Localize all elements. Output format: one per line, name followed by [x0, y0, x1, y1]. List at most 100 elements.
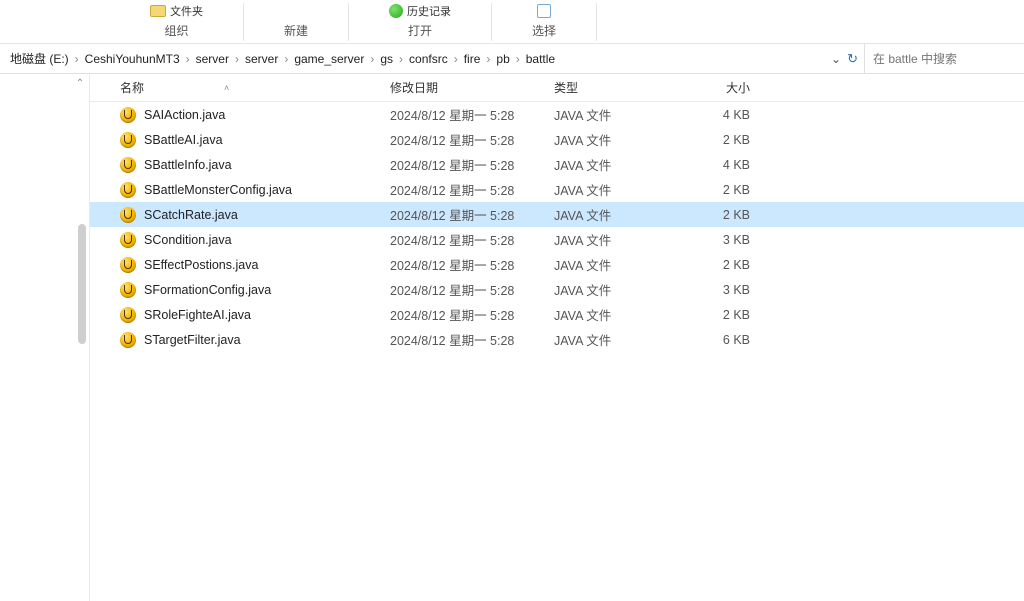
chevron-right-icon[interactable]: › [73, 52, 81, 66]
file-date-cell: 2024/8/12 星期一 5:28 [390, 155, 550, 174]
breadcrumb-segment[interactable]: server [241, 44, 282, 73]
toolbar-group-organize: 文件夹 组织 [0, 0, 243, 43]
file-row[interactable]: SAIAction.java2024/8/12 星期一 5:28JAVA 文件4… [90, 102, 1024, 127]
chevron-right-icon[interactable]: › [397, 52, 405, 66]
column-header-label: 类型 [554, 81, 578, 95]
breadcrumb-segment[interactable]: CeshiYouhunMT3 [81, 44, 184, 73]
toolbar-group-label: 选择 [532, 22, 556, 39]
toolbar-group-label: 新建 [284, 22, 308, 39]
file-row[interactable]: SFormationConfig.java2024/8/12 星期一 5:28J… [90, 277, 1024, 302]
breadcrumb-bar[interactable]: 地磁盘 (E:)›CeshiYouhunMT3›server›server›ga… [0, 44, 825, 73]
file-type-cell: JAVA 文件 [550, 330, 670, 349]
chevron-right-icon[interactable]: › [514, 52, 522, 66]
file-date-cell: 2024/8/12 星期一 5:28 [390, 130, 550, 149]
toolbar-upper-text: 历史记录 [407, 3, 451, 19]
breadcrumb-segment[interactable]: confsrc [405, 44, 452, 73]
address-tail: ⌄ ↻ [825, 44, 864, 73]
file-size-cell: 2 KB [670, 208, 780, 222]
java-file-icon [120, 132, 136, 148]
column-header-label: 大小 [726, 81, 750, 95]
toolbar-upper-label: 历史记录 [389, 2, 451, 20]
column-header-date[interactable]: 修改日期 [390, 79, 550, 96]
scrollbar-thumb[interactable] [78, 224, 86, 344]
file-row[interactable]: SEffectPostions.java 2024/8/12 星期一 5:28JA… [90, 252, 1024, 277]
column-headers[interactable]: 名称 ˄ 修改日期 类型 大小 [90, 74, 1024, 102]
toolbar-group-label: 打开 [408, 22, 432, 39]
breadcrumb-segment[interactable]: gs [376, 44, 397, 73]
breadcrumb-segment[interactable]: 地磁盘 (E:) [6, 44, 73, 73]
file-name-cell: SRoleFighteAI.java [90, 307, 390, 323]
file-name-text: SBattleAI.java [144, 133, 223, 147]
address-bar-row: 地磁盘 (E:)›CeshiYouhunMT3›server›server›ga… [0, 44, 1024, 74]
chevron-right-icon[interactable]: › [484, 52, 492, 66]
file-row[interactable]: SRoleFighteAI.java2024/8/12 星期一 5:28JAVA… [90, 302, 1024, 327]
file-size-cell: 2 KB [670, 183, 780, 197]
chevron-right-icon[interactable]: › [233, 52, 241, 66]
search-input[interactable] [873, 52, 1024, 66]
file-name-cell: SBattleAI.java [90, 132, 390, 148]
column-header-name[interactable]: 名称 ˄ [90, 79, 390, 96]
file-type-cell: JAVA 文件 [550, 180, 670, 199]
file-row[interactable]: SBattleAI.java2024/8/12 星期一 5:28JAVA 文件2… [90, 127, 1024, 152]
file-row[interactable]: STargetFilter.java2024/8/12 星期一 5:28JAVA… [90, 327, 1024, 352]
file-date-cell: 2024/8/12 星期一 5:28 [390, 180, 550, 199]
toolbar-upper-label [537, 2, 551, 20]
file-row[interactable]: SCondition.java 2024/8/12 星期一 5:28JAVA 文件… [90, 227, 1024, 252]
file-rows: SAIAction.java2024/8/12 星期一 5:28JAVA 文件4… [90, 102, 1024, 352]
file-size-cell: 3 KB [670, 233, 780, 247]
file-name-text: SEffectPostions.java [144, 258, 258, 272]
checkbox-icon [537, 4, 551, 18]
file-type-cell: JAVA 文件 [550, 305, 670, 324]
column-header-type[interactable]: 类型 [550, 79, 670, 96]
file-size-cell: 6 KB [670, 333, 780, 347]
toolbar-group-new: 新建 [244, 0, 348, 43]
search-box[interactable]: 🔍 [864, 44, 1024, 73]
breadcrumb-segment[interactable]: pb [492, 44, 513, 73]
file-name-text: STargetFilter.java [144, 333, 241, 347]
file-size-cell: 4 KB [670, 108, 780, 122]
file-type-cell: JAVA 文件 [550, 130, 670, 149]
file-type-cell: JAVA 文件 [550, 155, 670, 174]
breadcrumb-segment[interactable]: fire [460, 44, 485, 73]
file-date-cell: 2024/8/12 星期一 5:28 [390, 105, 550, 124]
java-file-icon [120, 307, 136, 323]
file-type-cell: JAVA 文件 [550, 280, 670, 299]
file-row[interactable]: SCatchRate.java2024/8/12 星期一 5:28JAVA 文件… [90, 202, 1024, 227]
breadcrumb-segment[interactable]: server [192, 44, 233, 73]
file-name-cell: SBattleMonsterConfig.java [90, 182, 390, 198]
column-header-label: 名称 [120, 79, 144, 96]
file-name-cell: SCondition.java [90, 232, 390, 248]
file-name-text: SCondition.java [144, 233, 232, 247]
chevron-right-icon[interactable]: › [184, 52, 192, 66]
file-date-cell: 2024/8/12 星期一 5:28 [390, 230, 550, 249]
file-size-cell: 3 KB [670, 283, 780, 297]
file-date-cell: 2024/8/12 星期一 5:28 [390, 305, 550, 324]
expand-chevron-icon[interactable]: ⌃ [72, 76, 88, 92]
toolbar-group-label: 组织 [164, 22, 188, 39]
main-area: ⌃ 名称 ˄ 修改日期 类型 大小 SAIAction.java2024/8/1… [0, 74, 1024, 601]
file-name-text: SBattleInfo.java [144, 158, 232, 172]
file-list-area: 名称 ˄ 修改日期 类型 大小 SAIAction.java2024/8/12 … [90, 74, 1024, 601]
java-file-icon [120, 332, 136, 348]
file-row[interactable]: SBattleMonsterConfig.java2024/8/12 星期一 5… [90, 177, 1024, 202]
breadcrumb-segment[interactable]: game_server [290, 44, 368, 73]
file-date-cell: 2024/8/12 星期一 5:28 [390, 255, 550, 274]
chevron-right-icon[interactable]: › [368, 52, 376, 66]
file-type-cell: JAVA 文件 [550, 255, 670, 274]
file-name-text: SCatchRate.java [144, 208, 238, 222]
chevron-right-icon[interactable]: › [282, 52, 290, 66]
file-type-cell: JAVA 文件 [550, 105, 670, 124]
file-type-cell: JAVA 文件 [550, 230, 670, 249]
file-size-cell: 2 KB [670, 258, 780, 272]
chevron-down-icon[interactable]: ⌄ [831, 52, 841, 66]
file-name-cell: STargetFilter.java [90, 332, 390, 348]
refresh-icon[interactable]: ↻ [847, 51, 858, 67]
breadcrumb-segment[interactable]: battle [522, 44, 559, 73]
java-file-icon [120, 107, 136, 123]
ribbon-toolbar: 文件夹 组织 新建 历史记录 打开 选择 [0, 0, 1024, 44]
column-header-size[interactable]: 大小 [670, 79, 780, 96]
toolbar-group-select: 选择 [492, 0, 596, 43]
navigation-pane[interactable]: ⌃ [0, 74, 90, 601]
chevron-right-icon[interactable]: › [452, 52, 460, 66]
file-row[interactable]: SBattleInfo.java 2024/8/12 星期一 5:28JAVA 文… [90, 152, 1024, 177]
